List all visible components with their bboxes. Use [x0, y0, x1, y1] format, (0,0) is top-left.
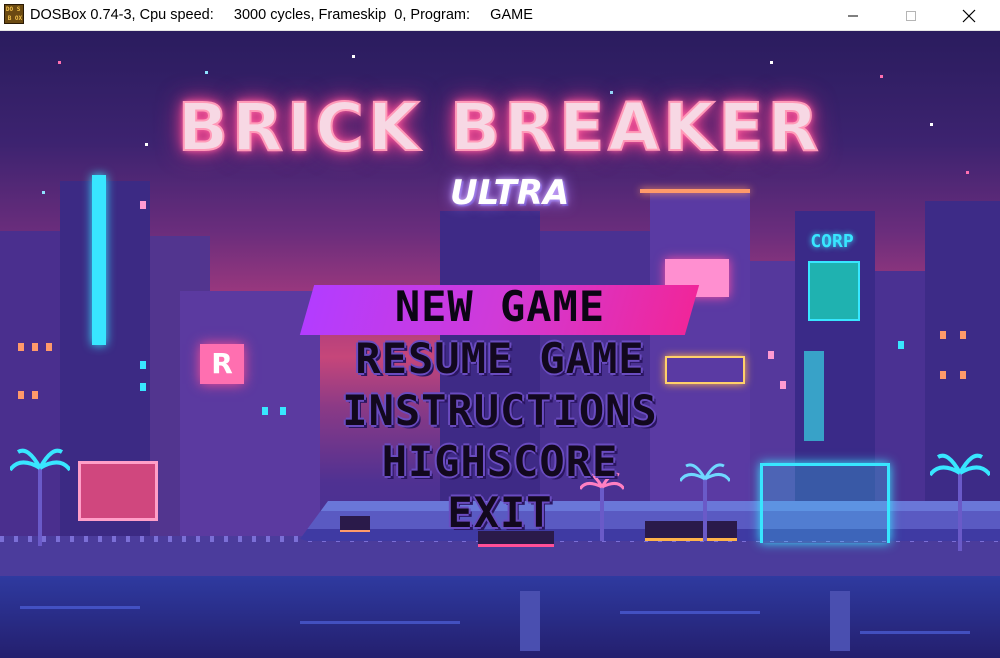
game-subtitle: ULTRA	[450, 173, 570, 213]
wave	[20, 606, 140, 609]
menu-item-resume-game[interactable]: RESUME GAME	[0, 334, 1000, 383]
menu-item-new-game[interactable]: NEW GAME	[0, 282, 1000, 331]
maximize-button[interactable]	[888, 0, 934, 31]
close-icon	[962, 9, 976, 22]
neon-stripe	[640, 189, 750, 193]
dosbox-app-icon[interactable]: DO S B OX	[4, 4, 24, 24]
star	[58, 61, 61, 64]
icon-letters: S	[16, 6, 21, 13]
star	[770, 61, 773, 64]
icon-letters: DO	[5, 6, 14, 13]
menu-item-highscore[interactable]: HIGHSCORE	[0, 437, 1000, 486]
game-title: BRICK BREAKER	[177, 88, 823, 167]
wave	[620, 611, 760, 614]
star	[205, 71, 208, 74]
icon-letters: OX	[14, 15, 23, 22]
minimize-button[interactable]	[830, 0, 876, 31]
bridge-pillar	[520, 591, 540, 651]
star	[880, 75, 883, 78]
menu-item-exit[interactable]: EXIT	[0, 488, 1000, 537]
water	[0, 576, 1000, 658]
maximize-icon	[906, 10, 916, 21]
window-titlebar[interactable]: DO S B OX DOSBox 0.74-3, Cpu speed: 3000…	[0, 0, 1000, 31]
bridge-pillar	[830, 591, 850, 651]
star	[352, 55, 355, 58]
wave	[860, 631, 970, 634]
minimize-icon	[848, 15, 858, 16]
game-viewport[interactable]: R CORP BRICK BREAKER ULTRA NEW GAME RESU…	[0, 31, 1000, 658]
star	[42, 191, 45, 194]
menu-item-instructions[interactable]: INSTRUCTIONS	[0, 386, 1000, 435]
wave	[300, 621, 460, 624]
window-light	[140, 201, 146, 209]
icon-letters: B	[7, 15, 12, 22]
close-button[interactable]	[946, 0, 992, 31]
corp-sign: CORP	[810, 231, 854, 252]
star	[966, 171, 969, 174]
window-title: DOSBox 0.74-3, Cpu speed: 3000 cycles, F…	[30, 7, 533, 23]
